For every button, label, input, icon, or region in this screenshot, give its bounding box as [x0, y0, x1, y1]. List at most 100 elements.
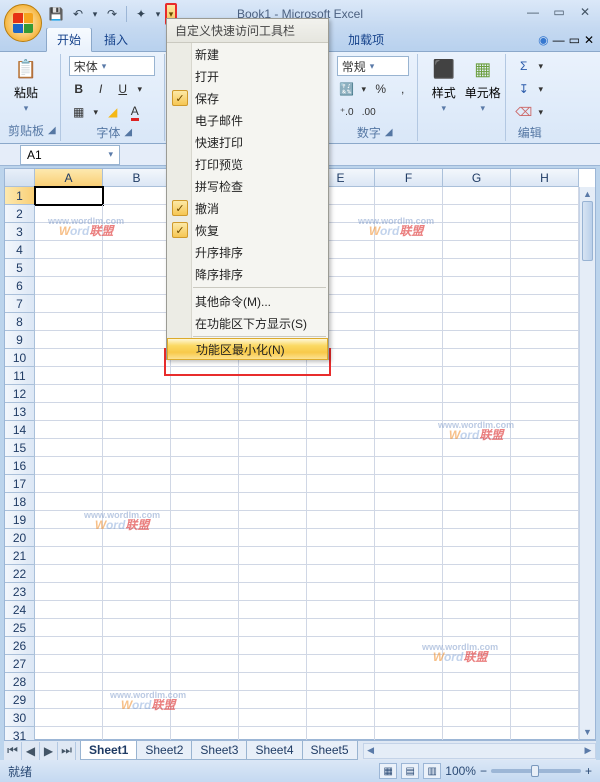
font-name-combo[interactable]: 宋体▾: [69, 56, 155, 76]
cell[interactable]: [103, 349, 171, 367]
row-header[interactable]: 8: [5, 313, 35, 331]
zoom-in-button[interactable]: +: [585, 764, 592, 778]
cell[interactable]: [443, 583, 511, 601]
view-normal-button[interactable]: ▦: [379, 763, 397, 779]
cell[interactable]: [375, 331, 443, 349]
cell[interactable]: [171, 565, 239, 583]
cell[interactable]: [239, 691, 307, 709]
cell[interactable]: [103, 511, 171, 529]
column-header[interactable]: H: [511, 169, 579, 187]
autosum-dropdown[interactable]: ▾: [536, 56, 546, 76]
doc-restore-icon[interactable]: ▭: [569, 33, 580, 47]
bold-button[interactable]: B: [69, 79, 89, 99]
cell[interactable]: [443, 277, 511, 295]
cell[interactable]: [307, 511, 375, 529]
row-header[interactable]: 16: [5, 457, 35, 475]
currency-dropdown[interactable]: ▾: [359, 79, 369, 99]
cell[interactable]: [35, 367, 103, 385]
row-header[interactable]: 25: [5, 619, 35, 637]
cell[interactable]: [375, 187, 443, 205]
cell[interactable]: [103, 583, 171, 601]
cell[interactable]: [443, 619, 511, 637]
cell[interactable]: [511, 655, 579, 673]
cell[interactable]: [239, 457, 307, 475]
cell[interactable]: [103, 205, 171, 223]
cell[interactable]: [171, 493, 239, 511]
cell[interactable]: [35, 691, 103, 709]
cell[interactable]: [511, 673, 579, 691]
cell[interactable]: [375, 673, 443, 691]
cell[interactable]: [307, 583, 375, 601]
cell[interactable]: [171, 619, 239, 637]
cell[interactable]: [171, 457, 239, 475]
cell[interactable]: [307, 637, 375, 655]
row-header[interactable]: 10: [5, 349, 35, 367]
cell[interactable]: [103, 439, 171, 457]
column-header[interactable]: G: [443, 169, 511, 187]
cell[interactable]: [103, 547, 171, 565]
cell[interactable]: [239, 439, 307, 457]
cell[interactable]: [443, 511, 511, 529]
cell[interactable]: [171, 709, 239, 727]
cell[interactable]: [35, 439, 103, 457]
cell[interactable]: [443, 205, 511, 223]
select-all-corner[interactable]: [5, 169, 35, 187]
cell[interactable]: [443, 655, 511, 673]
cell[interactable]: [511, 277, 579, 295]
cell[interactable]: [35, 547, 103, 565]
restore-icon[interactable]: ▭: [548, 4, 570, 20]
cell[interactable]: [171, 439, 239, 457]
cell[interactable]: [35, 583, 103, 601]
sheet-tab-2[interactable]: Sheet2: [136, 741, 192, 760]
cell[interactable]: [35, 511, 103, 529]
cell[interactable]: [35, 421, 103, 439]
cell[interactable]: [375, 691, 443, 709]
cell[interactable]: [511, 403, 579, 421]
fill-dropdown[interactable]: ▾: [536, 79, 546, 99]
sheet-nav-first-icon[interactable]: ⏮: [4, 742, 22, 760]
cell[interactable]: [511, 619, 579, 637]
cell[interactable]: [511, 205, 579, 223]
row-header[interactable]: 24: [5, 601, 35, 619]
cell[interactable]: [307, 385, 375, 403]
cell[interactable]: [35, 601, 103, 619]
cell[interactable]: [511, 583, 579, 601]
zoom-slider[interactable]: [491, 769, 581, 773]
cell[interactable]: [103, 529, 171, 547]
cell[interactable]: [103, 691, 171, 709]
cell[interactable]: [35, 655, 103, 673]
menu-item-spell-check[interactable]: 拼写检查: [167, 175, 328, 197]
menu-item-more-commands[interactable]: 其他命令(M)...: [167, 290, 328, 312]
scroll-left-icon[interactable]: ◀: [364, 744, 378, 758]
scroll-up-icon[interactable]: ▲: [580, 187, 595, 201]
row-header[interactable]: 5: [5, 259, 35, 277]
cell[interactable]: [443, 601, 511, 619]
cell[interactable]: [35, 349, 103, 367]
redo-icon[interactable]: ↷: [102, 4, 122, 24]
menu-item-minimize-ribbon[interactable]: 功能区最小化(N): [167, 338, 328, 360]
cell[interactable]: [511, 331, 579, 349]
row-header[interactable]: 13: [5, 403, 35, 421]
row-header[interactable]: 14: [5, 421, 35, 439]
cell[interactable]: [375, 259, 443, 277]
row-header[interactable]: 7: [5, 295, 35, 313]
cell[interactable]: [307, 475, 375, 493]
cell[interactable]: [239, 367, 307, 385]
cell[interactable]: [103, 313, 171, 331]
cell[interactable]: [443, 331, 511, 349]
font-color-button[interactable]: A: [125, 102, 145, 122]
zoom-slider-knob[interactable]: [531, 765, 539, 777]
cell[interactable]: [375, 655, 443, 673]
cell[interactable]: [239, 421, 307, 439]
comma-button[interactable]: ,: [393, 79, 413, 99]
currency-button[interactable]: 🔣: [337, 79, 357, 99]
cell[interactable]: [375, 511, 443, 529]
paste-button[interactable]: 📋 粘贴 ▾: [8, 56, 44, 114]
row-header[interactable]: 19: [5, 511, 35, 529]
cell[interactable]: [511, 313, 579, 331]
cell[interactable]: [35, 709, 103, 727]
cell[interactable]: [35, 493, 103, 511]
cell[interactable]: [511, 691, 579, 709]
office-button[interactable]: [4, 4, 42, 42]
menu-item-redo[interactable]: ✓恢复: [167, 219, 328, 241]
